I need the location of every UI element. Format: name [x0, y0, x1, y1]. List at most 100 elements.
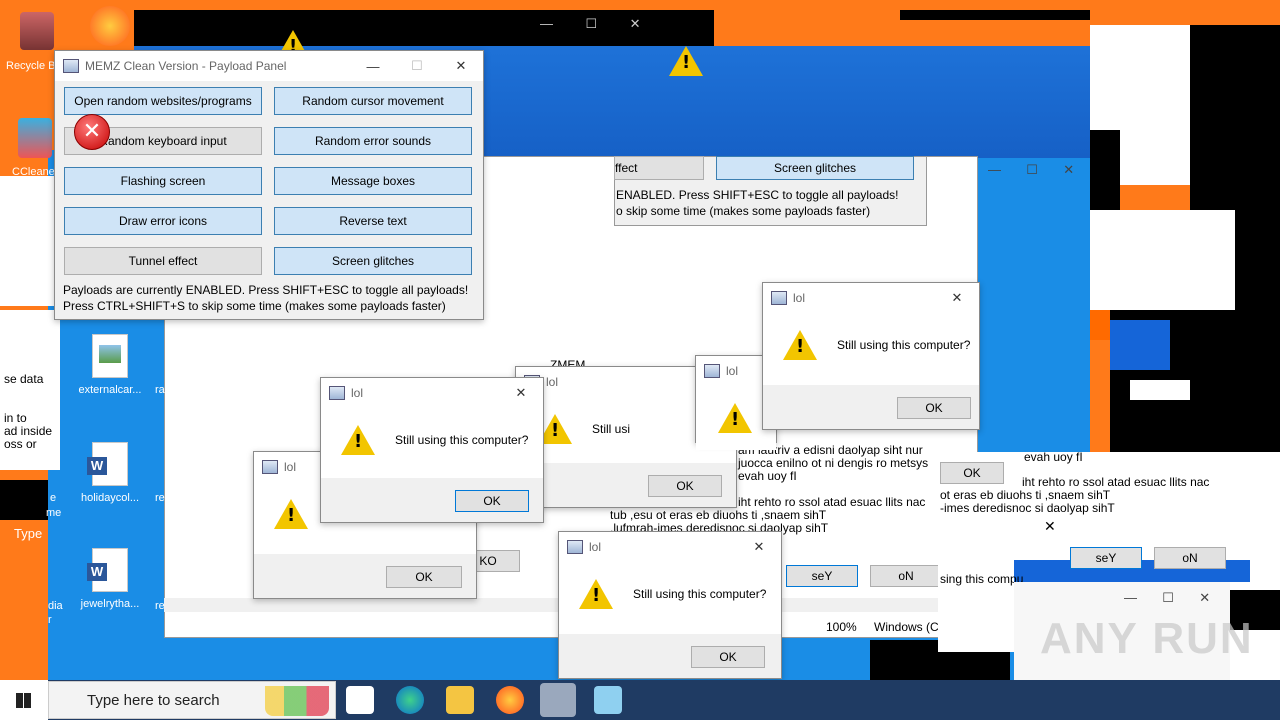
glitch-block — [0, 480, 48, 520]
payload-message-boxes-button[interactable]: Message boxes — [274, 167, 472, 195]
ok-button[interactable]: OK — [455, 490, 529, 512]
search-placeholder: Type here to search — [87, 692, 220, 709]
glitch-block — [1090, 310, 1110, 340]
minimize-icon[interactable]: — — [351, 59, 395, 74]
firefox-icon[interactable] — [90, 6, 130, 46]
desktop-icon-word[interactable]: W jewelrytha... — [72, 548, 148, 610]
reversed-text: tub ,esu ot eras eb diuohs ti ,snaem sih… — [610, 508, 827, 522]
glitch-block — [1110, 320, 1170, 370]
payload-flashing-button[interactable]: Flashing screen — [64, 167, 262, 195]
yes-button[interactable]: seY — [1070, 547, 1142, 569]
taskbar-search[interactable]: Type here to search — [48, 681, 336, 719]
text-fragment: me — [46, 507, 62, 519]
warning-icon — [579, 579, 613, 609]
app-icon — [771, 291, 787, 305]
text-fragment: se data — [4, 372, 44, 386]
ghost-button[interactable]: ffect — [614, 156, 704, 180]
desktop-icon-word[interactable]: W holidaycol... — [72, 442, 148, 504]
dialog-titlebar: lol ✕ — [559, 532, 781, 562]
statusbar-encoding: Windows (C — [874, 620, 939, 634]
reversed-text: juocca enilno ot ni dengis ro metsys — [738, 456, 929, 470]
ccleaner-icon[interactable] — [18, 118, 52, 158]
windows-logo-icon — [16, 693, 31, 708]
payload-reverse-text-button[interactable]: Reverse text — [274, 207, 472, 235]
reversed-text: iht rehto ro ssol atad esuac llits nac — [738, 495, 926, 509]
ok-button[interactable]: OK — [897, 397, 971, 419]
ok-button[interactable]: OK — [386, 566, 462, 588]
payload-error-sounds-button[interactable]: Random error sounds — [274, 127, 472, 155]
recycle-bin-icon[interactable] — [20, 12, 54, 50]
ghost-status: ENABLED. Press SHIFT+ESC to toggle all p… — [616, 188, 899, 202]
dialog-message: Still using this computer? — [837, 338, 971, 352]
text-fragment: r — [48, 614, 52, 626]
payload-glitches-button[interactable]: Screen glitches — [274, 247, 472, 275]
ghost-status: o skip some time (makes some payloads fa… — [616, 204, 871, 218]
message-dialog: lol ✕ Still using this computer? OK — [558, 531, 782, 679]
ok-button[interactable]: OK — [940, 462, 1004, 484]
glitch-block — [1090, 130, 1120, 210]
desktop-icon-label: jewelrytha... — [80, 598, 140, 610]
close-icon[interactable]: ✕ — [1044, 518, 1056, 535]
maximize-icon: ☐ — [411, 58, 423, 73]
text-fragment: oss or — [4, 437, 37, 451]
dialog-titlebar: lol ✕ — [321, 378, 543, 408]
text-fragment: Type — [14, 526, 43, 541]
ok-button[interactable]: OK — [648, 475, 722, 497]
app-icon — [63, 59, 79, 73]
task-view-icon[interactable] — [346, 686, 374, 714]
no-button[interactable]: oN — [1154, 547, 1226, 569]
message-dialog: lol ✕ Still using this computer? OK — [320, 377, 544, 523]
dialog-message: Still using this computer? — [633, 587, 767, 601]
payload-cursor-button[interactable]: Random cursor movement — [274, 87, 472, 115]
firefox-taskbar-icon[interactable] — [496, 686, 524, 714]
payload-tunnel-button[interactable]: Tunnel effect — [64, 247, 262, 275]
reversed-text: iht rehto ro ssol atad esuac llits nac — [1022, 475, 1210, 489]
text-fragment: ra — [155, 384, 165, 396]
reversed-text: evah uoy fI — [738, 469, 797, 483]
payload-open-websites-button[interactable]: Open random websites/programs — [64, 87, 262, 115]
text-fragment: in to — [4, 411, 27, 425]
dialog-message: Still usi — [592, 422, 631, 436]
desktop-icon-label: holidaycol... — [80, 492, 140, 504]
text-fragment: re — [155, 492, 165, 504]
statusbar-zoom: 100% — [826, 620, 857, 634]
edge-icon[interactable] — [396, 686, 424, 714]
dialog-titlebar: lol ✕ — [763, 283, 979, 313]
reversed-text: ot eras eb diuohs ti ,snaem sihT — [940, 488, 1111, 502]
warning-icon — [669, 46, 703, 76]
ok-button[interactable]: OK — [691, 646, 765, 668]
desktop-icon-image[interactable]: externalcar... — [72, 334, 148, 396]
app-icon — [704, 364, 720, 378]
reversed-text: evah uoy fI — [1024, 450, 1083, 464]
close-icon[interactable]: ✕ — [737, 539, 781, 555]
panel-status: Payloads are currently ENABLED. Press SH… — [63, 283, 469, 297]
message-dialog: lol ✕ Still using this computer? OK — [762, 282, 980, 430]
payload-error-icons-button[interactable]: Draw error icons — [64, 207, 262, 235]
no-button[interactable]: oN — [870, 565, 942, 587]
panel-titlebar: MEMZ Clean Version - Payload Panel — ☐ ✕ — [55, 51, 483, 81]
glitch-block — [0, 176, 60, 306]
window-controls: — ☐ ✕ — [540, 16, 641, 31]
desktop-icon-label: externalcar... — [78, 384, 142, 396]
close-icon[interactable]: ✕ — [439, 58, 483, 74]
scrollbar-horizontal[interactable] — [164, 598, 942, 612]
app-icon — [567, 540, 583, 554]
reversed-text: -imes deredisnoc si daolyap sihT — [940, 501, 1115, 515]
error-icon: ✕ — [74, 114, 110, 150]
ghost-button[interactable]: Screen glitches — [716, 156, 914, 180]
close-icon[interactable]: ✕ — [935, 290, 979, 306]
app-icon — [262, 460, 278, 474]
yes-button[interactable]: seY — [786, 565, 858, 587]
dialog-message: Still using this computer? — [395, 433, 529, 447]
close-icon[interactable]: ✕ — [499, 385, 543, 401]
glitch-block — [1235, 210, 1280, 310]
text-fragment: dia — [48, 600, 63, 612]
panel-status: Press CTRL+SHIFT+S to skip some time (ma… — [63, 299, 446, 313]
text-fragment: re — [155, 600, 165, 612]
file-explorer-icon[interactable] — [446, 686, 474, 714]
glitch-block — [1190, 25, 1280, 211]
glitch-block — [1130, 380, 1190, 400]
notepad-taskbar-icon[interactable] — [594, 686, 622, 714]
memz-taskbar-icon[interactable] — [540, 683, 576, 717]
start-button[interactable] — [0, 680, 48, 720]
